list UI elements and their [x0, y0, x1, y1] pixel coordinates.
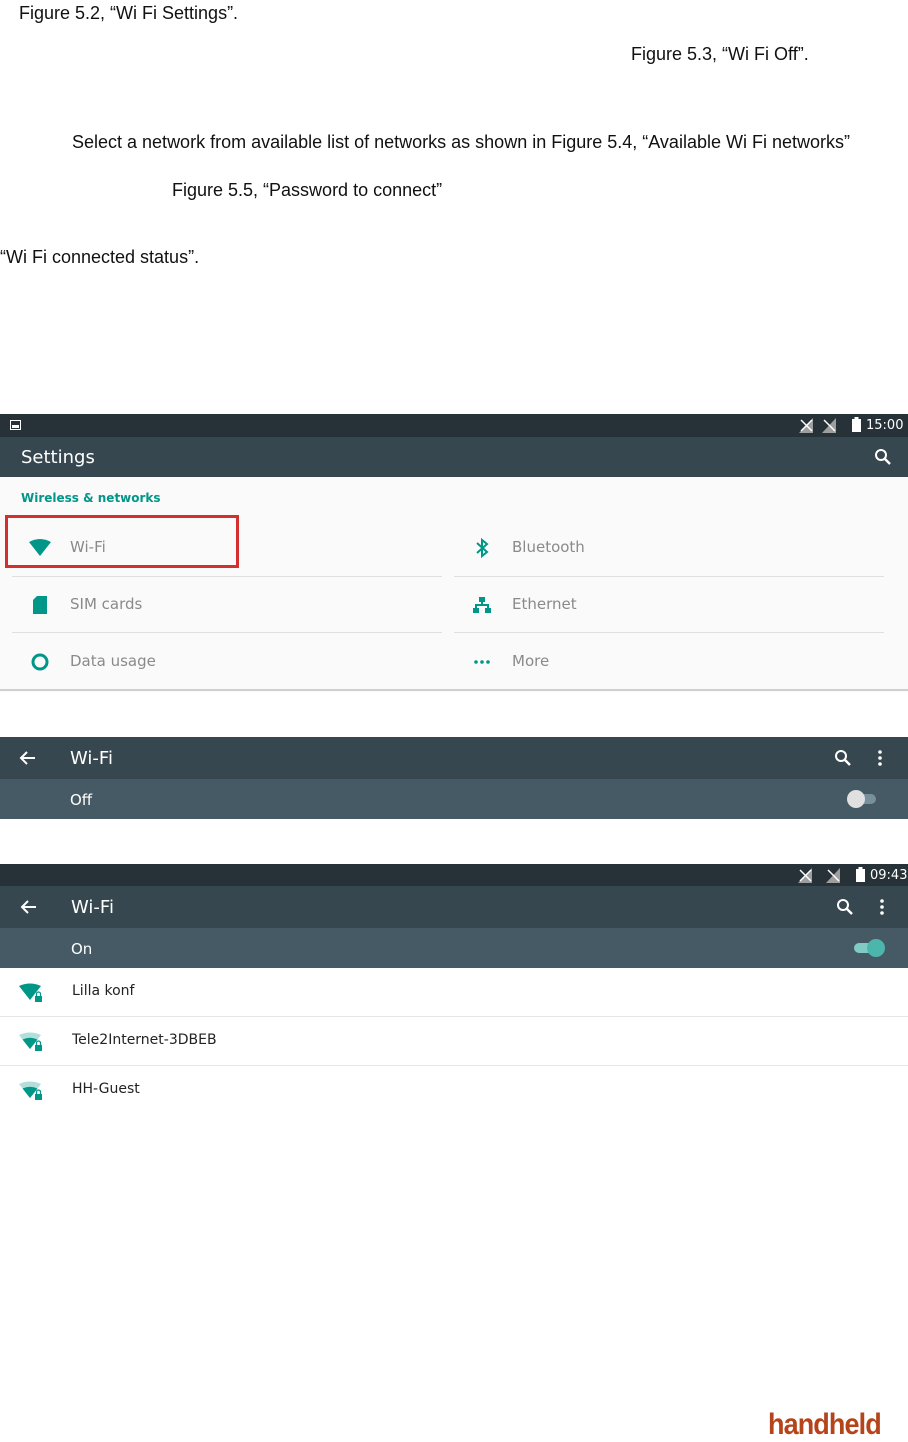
wifi-state-bar: On: [0, 928, 908, 968]
page-title: Wi-Fi: [70, 748, 113, 769]
data-usage-icon: [31, 653, 49, 671]
tile-bluetooth[interactable]: Bluetooth: [454, 520, 886, 576]
notification-icon: [10, 420, 21, 430]
connected-status-caption: “Wi Fi connected status”.: [0, 247, 200, 267]
network-name: HH-Guest: [72, 1081, 140, 1097]
divider: [454, 632, 884, 633]
battery-icon: [856, 867, 865, 882]
figure-5-3-caption: Figure 5.3, “Wi Fi Off”.: [631, 44, 809, 64]
wifi-state-label: Off: [70, 791, 93, 809]
network-row[interactable]: Tele2Internet-3DBEB: [0, 1017, 908, 1066]
status-time: 15:00: [866, 418, 904, 433]
wifi-highlight-box: [5, 515, 239, 568]
divider: [12, 632, 442, 633]
status-bar: 15:00: [0, 414, 908, 437]
bottom-divider: [0, 689, 908, 691]
wifi-state-bar: Off: [0, 779, 908, 819]
overflow-menu-icon[interactable]: [878, 898, 886, 916]
network-row[interactable]: Lilla konf: [0, 968, 908, 1017]
wifi-toggle-on[interactable]: [852, 938, 886, 958]
tile-sim-cards[interactable]: SIM cards: [12, 577, 444, 633]
search-icon[interactable]: [874, 448, 892, 466]
back-arrow-icon[interactable]: [19, 749, 37, 767]
status-time: 09:43: [870, 868, 908, 883]
figure-5-5-caption: Figure 5.5, “Password to connect”: [172, 180, 443, 200]
search-icon[interactable]: [834, 749, 852, 767]
wifi-app-bar: Wi-Fi: [0, 886, 908, 928]
overflow-menu-icon[interactable]: [876, 749, 884, 767]
select-network-instruction: Select a network from available list of …: [72, 132, 850, 152]
no-signal-icon: [799, 418, 813, 433]
brand-logo: handheld: [768, 1408, 882, 1441]
no-sim-icon: [826, 868, 840, 883]
wifi-toggle-off[interactable]: [846, 789, 878, 809]
wifi-app-bar: Wi-Fi: [0, 737, 908, 779]
tile-label: Ethernet: [512, 595, 577, 613]
back-arrow-icon[interactable]: [20, 898, 38, 916]
status-bar: 09:43: [0, 864, 908, 886]
wifi-state-label: On: [71, 940, 93, 958]
wifi-signal-medium-lock-icon: [19, 1032, 42, 1051]
page-title: Wi-Fi: [71, 897, 114, 918]
tile-label: SIM cards: [70, 595, 143, 613]
tile-label: Data usage: [70, 652, 156, 670]
no-sim-icon: [822, 418, 836, 433]
more-dots-icon: [474, 660, 490, 664]
tile-label: Bluetooth: [512, 538, 585, 556]
ethernet-icon: [473, 597, 491, 613]
page-title: Settings: [21, 447, 95, 468]
wifi-signal-medium-lock-icon: [19, 1081, 42, 1100]
tile-data-usage[interactable]: Data usage: [12, 634, 444, 690]
tile-label: More: [512, 652, 550, 670]
search-icon[interactable]: [836, 898, 854, 916]
section-header: Wireless & networks: [21, 491, 161, 505]
wifi-off-screenshot: Wi-Fi Off: [0, 737, 908, 819]
settings-screenshot: 15:00 Settings Wireless & networks Wi-Fi…: [0, 414, 908, 692]
tile-more[interactable]: More: [454, 634, 886, 690]
network-name: Lilla konf: [72, 983, 135, 999]
no-signal-icon: [798, 868, 812, 883]
wifi-on-screenshot: 09:43 Wi-Fi On Lilla konf Tele2Internet-…: [0, 864, 908, 1104]
tile-ethernet[interactable]: Ethernet: [454, 577, 886, 633]
figure-5-2-caption: Figure 5.2, “Wi Fi Settings”.: [19, 3, 239, 23]
bluetooth-icon: [476, 537, 489, 559]
network-name: Tele2Internet-3DBEB: [72, 1032, 217, 1048]
sim-card-icon: [33, 596, 47, 614]
network-row[interactable]: HH-Guest: [0, 1066, 908, 1115]
wifi-signal-full-lock-icon: [19, 983, 42, 1002]
battery-icon: [852, 417, 861, 432]
settings-app-bar: Settings: [0, 437, 908, 477]
